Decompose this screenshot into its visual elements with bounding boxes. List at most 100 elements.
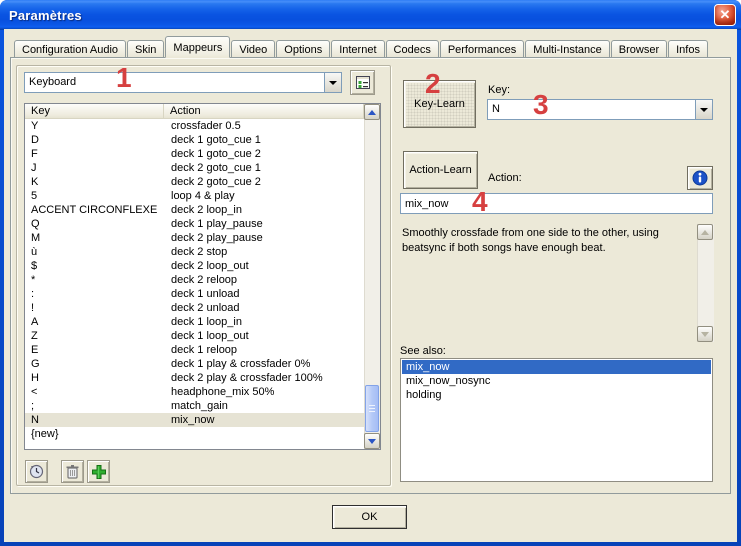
key-mapping-row[interactable]: Mdeck 2 play_pause <box>25 231 364 245</box>
device-combobox-value: Keyboard <box>29 73 324 92</box>
tab-options[interactable]: Options <box>276 40 330 58</box>
key-cell: Y <box>25 119 164 133</box>
key-cell: : <box>25 287 164 301</box>
key-mapping-row[interactable]: Fdeck 1 goto_cue 2 <box>25 147 364 161</box>
device-combobox-dropdown-button[interactable] <box>324 73 341 92</box>
key-mapping-row[interactable]: Edeck 1 reloop <box>25 343 364 357</box>
ok-label: OK <box>362 511 378 523</box>
key-list-body: Ycrossfader 0.5Ddeck 1 goto_cue 1Fdeck 1… <box>25 119 364 449</box>
key-mapping-row[interactable]: Gdeck 1 play & crossfader 0% <box>25 357 364 371</box>
key-cell: ! <box>25 301 164 315</box>
tab-codecs[interactable]: Codecs <box>386 40 439 58</box>
description-scrollbar[interactable] <box>697 224 714 342</box>
device-combobox[interactable]: Keyboard <box>24 72 342 93</box>
tab-configuration-audio[interactable]: Configuration Audio <box>14 40 126 58</box>
action-description: Smoothly crossfade from one side to the … <box>402 226 694 256</box>
key-mapping-row[interactable]: ;match_gain <box>25 399 364 413</box>
key-mapping-row[interactable]: {new} <box>25 427 364 441</box>
key-cell: 5 <box>25 189 164 203</box>
see-also-list: mix_nowmix_now_nosyncholding <box>400 358 713 482</box>
action-cell: deck 2 play & crossfader 100% <box>164 371 364 385</box>
key-learn-label: Key-Learn <box>414 98 465 110</box>
action-cell: deck 1 play & crossfader 0% <box>164 357 364 371</box>
key-mapping-row[interactable]: Kdeck 2 goto_cue 2 <box>25 175 364 189</box>
title-bar[interactable]: Paramètres <box>0 0 741 30</box>
scroll-up-icon <box>701 230 709 235</box>
tab-video[interactable]: Video <box>231 40 275 58</box>
action-input[interactable] <box>400 193 713 214</box>
mapper-options-button[interactable] <box>350 70 375 95</box>
scroll-down-icon <box>368 439 376 444</box>
see-also-label: See also: <box>400 345 446 357</box>
action-cell: deck 2 loop_out <box>164 259 364 273</box>
history-clock-icon <box>28 463 45 480</box>
key-mapping-row[interactable]: ACCENT CIRCONFLEXEdeck 2 loop_in <box>25 203 364 217</box>
see-also-item[interactable]: holding <box>402 388 711 402</box>
key-mapping-row[interactable]: Jdeck 2 goto_cue 1 <box>25 161 364 175</box>
tab-mappeurs[interactable]: Mappeurs <box>165 36 230 58</box>
key-mapping-row[interactable]: 5loop 4 & play <box>25 189 364 203</box>
key-cell: $ <box>25 259 164 273</box>
tab-skin[interactable]: Skin <box>127 40 164 58</box>
column-header-action[interactable]: Action <box>164 104 364 119</box>
key-mapping-row[interactable]: ùdeck 2 stop <box>25 245 364 259</box>
list-details-icon <box>355 75 371 91</box>
key-cell: J <box>25 161 164 175</box>
key-mapping-row[interactable]: $deck 2 loop_out <box>25 259 364 273</box>
action-cell: deck 1 goto_cue 2 <box>164 147 364 161</box>
key-mapping-row[interactable]: *deck 2 reloop <box>25 273 364 287</box>
action-cell: deck 1 loop_out <box>164 329 364 343</box>
key-combobox-dropdown-button[interactable] <box>695 100 712 119</box>
scroll-up-button[interactable] <box>697 224 713 240</box>
key-cell: N <box>25 413 164 427</box>
tab-infos[interactable]: Infos <box>668 40 708 58</box>
key-combobox-value: N <box>492 100 695 119</box>
action-learn-button[interactable]: Action-Learn <box>403 151 478 189</box>
key-mapping-row[interactable]: !deck 2 unload <box>25 301 364 315</box>
key-mapping-row[interactable]: Qdeck 1 play_pause <box>25 217 364 231</box>
key-mapping-row[interactable]: Ycrossfader 0.5 <box>25 119 364 133</box>
scroll-down-button[interactable] <box>364 433 380 449</box>
close-button[interactable]: ✕ <box>714 4 736 26</box>
action-label: Action: <box>488 172 522 184</box>
see-also-item[interactable]: mix_now_nosync <box>402 374 711 388</box>
action-cell: deck 2 goto_cue 2 <box>164 175 364 189</box>
key-list-scrollbar[interactable] <box>364 104 380 449</box>
annotation-2: 2 <box>425 70 441 98</box>
key-mapping-row[interactable]: Hdeck 2 play & crossfader 100% <box>25 371 364 385</box>
scroll-up-icon <box>368 110 376 115</box>
action-cell: deck 1 goto_cue 1 <box>164 133 364 147</box>
plus-icon <box>91 464 107 480</box>
tab-internet[interactable]: Internet <box>331 40 384 58</box>
key-mapping-row[interactable]: Nmix_now <box>25 413 364 427</box>
tab-browser[interactable]: Browser <box>611 40 667 58</box>
scroll-up-button[interactable] <box>364 104 380 120</box>
action-cell: loop 4 & play <box>164 189 364 203</box>
key-mapping-row[interactable]: Zdeck 1 loop_out <box>25 329 364 343</box>
key-mapping-list: Key Action Ycrossfader 0.5Ddeck 1 goto_c… <box>24 103 381 450</box>
action-cell: deck 1 loop_in <box>164 315 364 329</box>
key-combobox[interactable]: N <box>487 99 713 120</box>
scroll-down-button[interactable] <box>697 326 713 342</box>
tab-multi-instance[interactable]: Multi-Instance <box>525 40 609 58</box>
action-cell: match_gain <box>164 399 364 413</box>
key-mapping-row[interactable]: Adeck 1 loop_in <box>25 315 364 329</box>
ok-button[interactable]: OK <box>332 505 407 529</box>
key-mapping-row[interactable]: <headphone_mix 50% <box>25 385 364 399</box>
add-mapping-button[interactable] <box>87 460 110 483</box>
see-also-item[interactable]: mix_now <box>402 360 711 374</box>
annotation-4: 4 <box>472 188 488 216</box>
annotation-3: 3 <box>533 91 549 119</box>
delete-mapping-button[interactable] <box>61 460 84 483</box>
key-mapping-row[interactable]: :deck 1 unload <box>25 287 364 301</box>
info-button[interactable] <box>687 166 713 190</box>
key-cell: ù <box>25 245 164 259</box>
action-cell: headphone_mix 50% <box>164 385 364 399</box>
key-cell: Z <box>25 329 164 343</box>
trash-icon <box>65 464 80 480</box>
reset-default-button[interactable] <box>25 460 48 483</box>
column-header-key[interactable]: Key <box>25 104 164 119</box>
key-mapping-row[interactable]: Ddeck 1 goto_cue 1 <box>25 133 364 147</box>
scrollbar-thumb[interactable] <box>365 385 379 432</box>
tab-performances[interactable]: Performances <box>440 40 524 58</box>
